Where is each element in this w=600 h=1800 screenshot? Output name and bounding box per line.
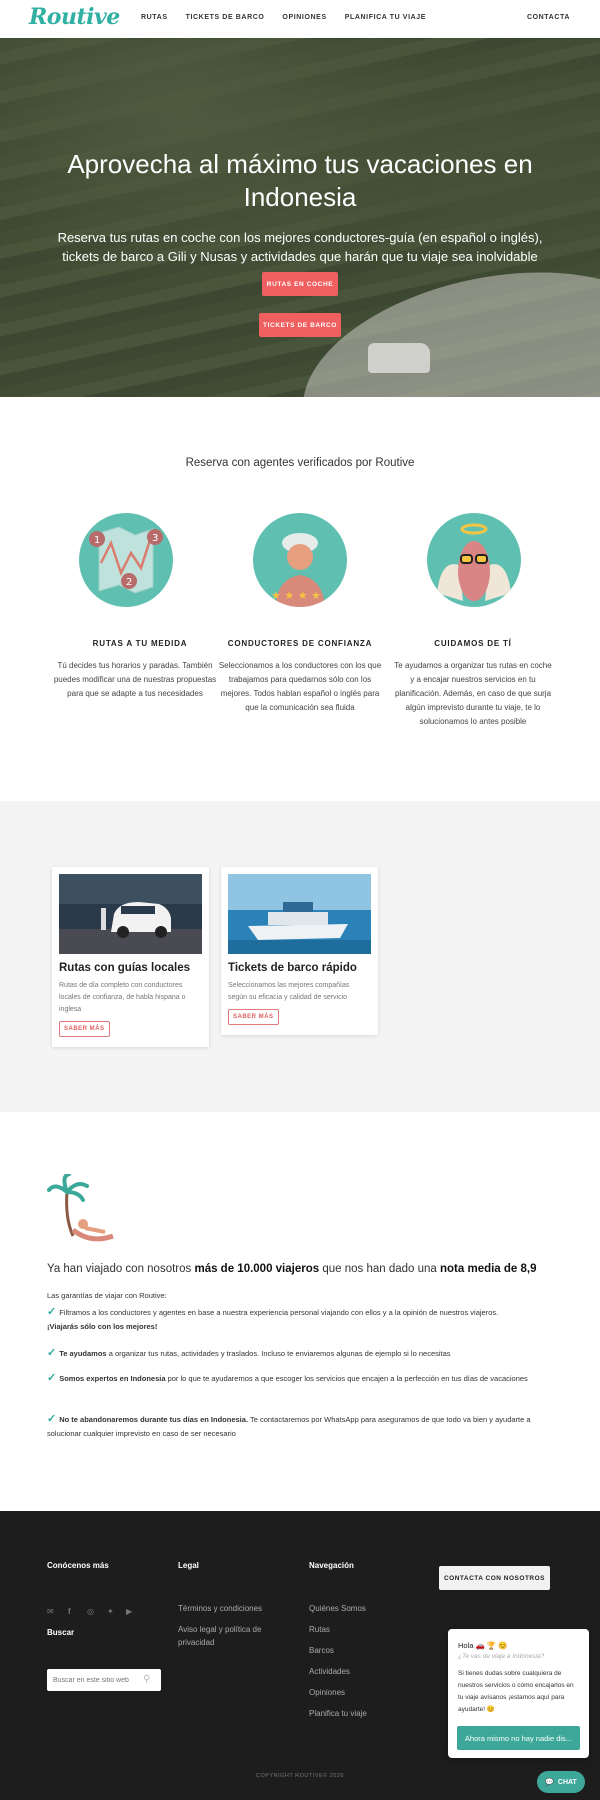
svg-text:2: 2 — [126, 577, 132, 588]
map-icon: 1 2 3 — [79, 513, 173, 607]
saber-mas-button-rutas[interactable]: SABER MÁS — [59, 1021, 110, 1037]
nav-link-planifica[interactable]: PLANIFICA TU VIAJE — [345, 14, 426, 21]
trust-item-2: ✓ Te ayudamos a organizar tus rutas, acti… — [47, 1347, 451, 1359]
footer-head-navegacion: Navegación — [309, 1561, 354, 1570]
footer-link-barcos[interactable]: Barcos — [309, 1644, 334, 1657]
email-icon[interactable]: ✉ — [47, 1607, 54, 1616]
feature-text-conductores: Seleccionamos a los conductores con los … — [218, 661, 382, 712]
nav-link-opiniones[interactable]: OPINIONES — [282, 14, 326, 21]
chat-question: ¿Te vas de viaje a Indonesia? — [458, 1653, 545, 1660]
chat-greeting: Hola 🚗 🏆 😊 — [458, 1641, 508, 1650]
boat-tickets-button[interactable]: TICKETS DE BARCO — [259, 313, 341, 337]
svg-text:1: 1 — [94, 535, 100, 546]
check-icon: ✓ — [47, 1413, 57, 1425]
footer-head-legal: Legal — [178, 1561, 199, 1570]
feature-title-conductores: CONDUCTORES DE CONFIANZA — [227, 639, 373, 648]
driver-icon: ★ ★ ★ ★ — [253, 513, 347, 607]
card-text-barco: Seleccionamos las mejores compañías segú… — [228, 982, 350, 1001]
chat-bubble-label: CHAT — [557, 1778, 577, 1786]
check-icon: ✓ — [47, 1306, 57, 1318]
card-barco[interactable]: Tickets de barco rápido Seleccionamos la… — [221, 867, 378, 1035]
trust-item-3: ✓ Somos expertos en Indonesia por lo que … — [47, 1372, 528, 1384]
footer-head-conocenos: Conócenos más — [47, 1561, 109, 1570]
saber-mas-button-barco[interactable]: SABER MÁS — [228, 1009, 279, 1025]
nav-link-rutas[interactable]: RUTAS — [141, 14, 168, 21]
chat-icon: 💬 — [545, 1779, 554, 1786]
search-icon[interactable]: ⚲ — [143, 1674, 150, 1685]
top-nav: Routive RUTAS TICKETS DE BARCO OPINIONES… — [0, 0, 600, 38]
feature-text-rutas: Tú decides tus horarios y paradas. Tambi… — [53, 661, 217, 698]
svg-text:3: 3 — [152, 533, 158, 544]
footer-head-buscar: Buscar — [47, 1628, 75, 1637]
trust-item-1: ✓ Filtramos a los conductores y agentes e… — [47, 1306, 499, 1331]
hero-banner: Aprovecha al máximo tus vacaciones en In… — [0, 38, 600, 397]
chat-bubble-button[interactable]: 💬 CHAT — [537, 1771, 585, 1793]
feature-text-cuidamos: Te ayudamos a organizar tus rutas en coc… — [394, 661, 552, 726]
car-photo — [59, 874, 202, 954]
youtube-icon[interactable]: ▶ — [126, 1607, 132, 1616]
nav-link-tickets[interactable]: TICKETS DE BARCO — [186, 14, 265, 21]
trust-intro: Las garantías de viajar con Routive: — [47, 1291, 167, 1300]
instagram-icon[interactable]: ◎ — [87, 1607, 94, 1616]
copyright: COPYRIGHT ROUTIVE© 2020 — [256, 1773, 344, 1779]
footer-link-planifica[interactable]: Planifica tu viaje — [309, 1707, 367, 1720]
feature-title-cuidamos: CUIDAMOS DE TÍ — [434, 639, 512, 648]
routes-button[interactable]: RUTAS EN COCHE — [262, 272, 338, 296]
hero-title: Aprovecha al máximo tus vacaciones en In… — [67, 149, 533, 212]
svg-text:★ ★ ★ ★: ★ ★ ★ ★ — [271, 589, 321, 602]
trust-item-4: ✓ No te abandonaremos durante tus días en… — [47, 1413, 531, 1438]
hero-subtitle: Reserva tus rutas en coche con los mejor… — [57, 230, 543, 264]
card-text-rutas: Rutas de día completo con conductores lo… — [59, 982, 186, 1013]
facebook-icon[interactable]: f — [68, 1607, 71, 1616]
trust-title: Ya han viajado con nosotros más de 10.00… — [47, 1263, 537, 1275]
chat-start-button[interactable]: Ahora mismo no hay nadie dis... — [457, 1726, 580, 1750]
agents-section-title: Reserva con agentes verificados por Rout… — [185, 457, 415, 469]
nav-links: RUTAS TICKETS DE BARCO OPINIONES PLANIFI… — [141, 14, 426, 21]
boat-photo — [228, 874, 371, 954]
check-icon: ✓ — [47, 1347, 57, 1359]
footer-link-aviso-legal[interactable]: Aviso legal y política de privacidad — [178, 1623, 278, 1649]
card-title-barco: Tickets de barco rápido — [228, 962, 357, 974]
hero-car-image — [368, 343, 430, 373]
twitter-icon[interactable]: ✦ — [107, 1607, 114, 1616]
palm-hammock-icon — [47, 1172, 119, 1246]
card-rutas[interactable]: Rutas con guías locales Rutas de día com… — [52, 867, 209, 1047]
check-icon: ✓ — [47, 1372, 57, 1384]
footer-link-rutas[interactable]: Rutas — [309, 1623, 330, 1636]
footer-link-terminos[interactable]: Términos y condiciones — [178, 1602, 262, 1615]
card-title-rutas: Rutas con guías locales — [59, 962, 191, 974]
angel-icon — [427, 513, 521, 607]
feature-title-rutas: RUTAS A TU MEDIDA — [92, 639, 188, 648]
footer-link-actividades[interactable]: Actividades — [309, 1665, 350, 1678]
chat-popup: Hola 🚗 🏆 😊 ¿Te vas de viaje a Indonesia?… — [448, 1629, 589, 1758]
chat-message: Si tienes dudas sobre cualquiera de nues… — [458, 1670, 574, 1713]
nav-link-contacta[interactable]: CONTACTA — [527, 14, 570, 21]
footer-link-opiniones[interactable]: Opiniones — [309, 1686, 345, 1699]
contact-us-button[interactable]: CONTACTA CON NOSOTROS — [439, 1566, 550, 1590]
routive-logo[interactable]: Routive — [29, 4, 120, 30]
footer-link-quienes[interactable]: Quiénes Somos — [309, 1602, 366, 1615]
